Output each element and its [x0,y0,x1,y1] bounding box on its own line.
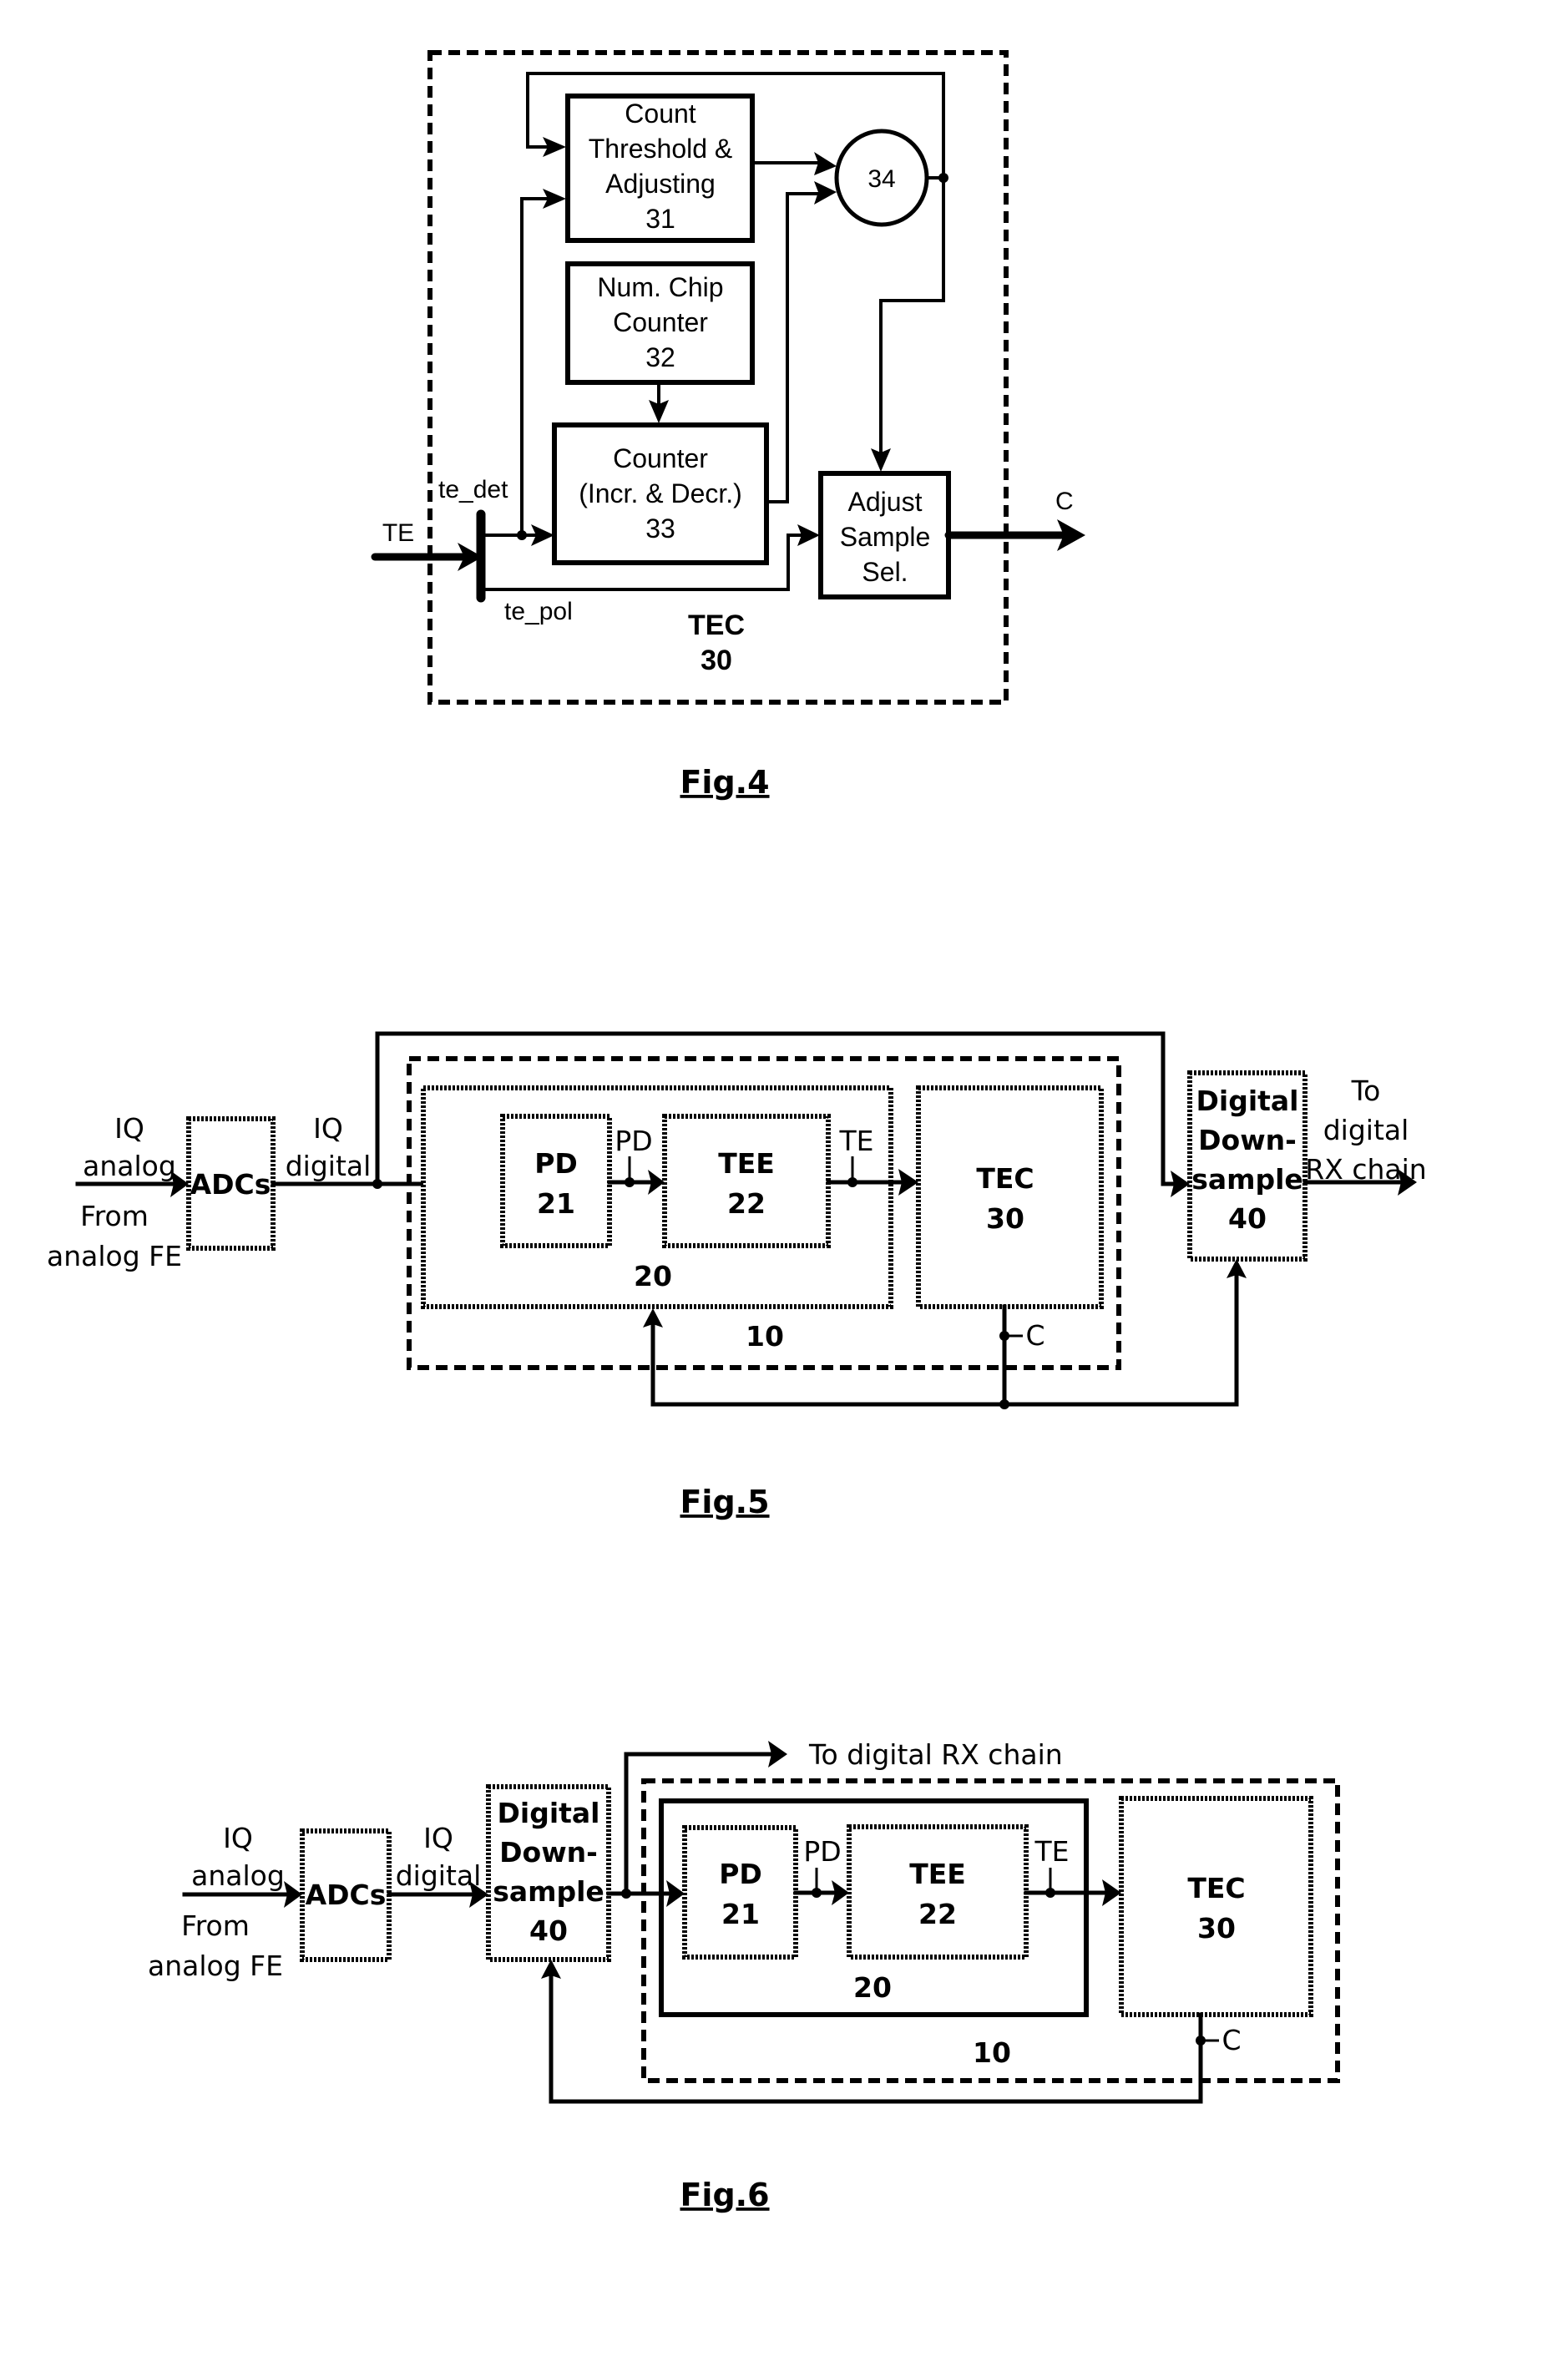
dds-line-2: Down- [1198,1124,1297,1156]
block-33-line-3: 33 [645,513,675,544]
adc-label: ADCs [190,1168,271,1201]
from-analog-label-1: From [80,1200,149,1232]
from-analog-label-2: analog FE [47,1240,182,1272]
iq-digital-label-2: digital [286,1150,372,1182]
tec-block-number: 30 [1197,1912,1236,1945]
output-label-1: To [1351,1075,1381,1107]
patent-drawing-sheet: Count Threshold & Adjusting 31 34 Num. C… [47,50,1427,2213]
pd-signal-label: PD [803,1835,841,1868]
c-feedback-to-20 [650,1304,1007,1407]
pd-block-21 [682,1825,798,1960]
tee-block-number: 22 [727,1187,766,1220]
tec-block-title: TEC [1187,1872,1245,1904]
te-signal-label: TE [1034,1835,1069,1868]
pd-block-number: 21 [721,1898,760,1930]
tec-container-number: 30 [701,645,732,676]
pd-signal-label: PD [615,1125,652,1157]
output-label-2: digital [1323,1114,1409,1146]
combiner-34-label: 34 [867,165,895,193]
from-analog-label-2: analog FE [148,1950,283,1982]
block-20-label: 20 [853,1971,892,2004]
dds-line-1: Digital [1196,1085,1299,1117]
tec-block-number: 30 [986,1202,1024,1235]
te-det-label: te_det [438,476,508,503]
block-20-label: 20 [634,1260,672,1292]
block-31-line-2: Threshold & [589,134,733,164]
te-input-label: TE [382,519,414,547]
block-32-line-1: Num. Chip [597,272,723,302]
tee-block-title: TEE [909,1858,966,1890]
c-output-label: C [1055,488,1074,515]
block-33-line-2: (Incr. & Decr.) [579,478,742,508]
figure-4: Count Threshold & Adjusting 31 34 Num. C… [371,50,1085,801]
pd-block-title: PD [534,1147,578,1180]
junction-dot [517,530,527,540]
dds-line-2: Down- [499,1836,598,1869]
tec-block-30 [916,1085,1104,1309]
dds-line-4: 40 [1228,1202,1267,1235]
tee-block-22 [847,1824,1029,1960]
dds-line-3: sample [493,1875,604,1908]
iq-analog-label-1: IQ [114,1112,144,1145]
iq-digital-label-2: digital [396,1859,482,1892]
rx-chain-label: To digital RX chain [808,1738,1063,1771]
output-label-3: RX chain [1305,1153,1426,1186]
line-33-to-34 [766,192,827,503]
tee-block-number: 22 [918,1898,957,1930]
adjust-line-2: Sample [840,522,931,552]
loop-10-label: 10 [746,1320,784,1353]
tec-block-30 [1119,1796,1313,2017]
junction-dot [999,1399,1009,1409]
dds-line-4: 40 [529,1914,568,1947]
tec-block-title: TEC [976,1162,1034,1195]
block-31-line-1: Count [625,99,696,129]
adjust-line-3: Sel. [862,557,908,587]
dds-line-3: sample [1191,1163,1303,1196]
te-pol-label: te_pol [504,598,573,625]
from-analog-label-1: From [181,1909,250,1942]
iq-digital-label-1: IQ [313,1112,343,1145]
iq-analog-label-2: analog [83,1150,176,1182]
figure-5-caption: Fig.5 [680,1484,769,1520]
figure-6: IQ analog From analog FE ADCs IQ digital… [148,1738,1340,2213]
loop-10-label: 10 [973,2036,1011,2069]
pd-block-number: 21 [537,1187,575,1220]
figure-5: IQ analog From analog FE ADCs IQ digital… [47,1031,1427,1520]
iq-analog-label-2: analog [191,1859,285,1892]
tee-block-22 [662,1114,831,1248]
block-31-line-3: Adjusting [605,169,716,199]
iq-digital-label-1: IQ [423,1822,453,1854]
tee-block-title: TEE [718,1147,775,1180]
c-signal-label: C [1222,2024,1241,2056]
block-32-line-3: 32 [645,342,675,372]
block-32-line-2: Counter [613,307,708,337]
c-signal-label: C [1025,1319,1044,1352]
iq-analog-label-1: IQ [223,1822,253,1854]
figure-6-caption: Fig.6 [680,2177,769,2213]
figure-4-caption: Fig.4 [680,764,769,801]
adjust-line-1: Adjust [848,487,923,517]
pd-block-21 [500,1114,612,1248]
adc-label: ADCs [306,1879,387,1911]
dds-line-1: Digital [498,1797,600,1829]
block-31-line-4: 31 [645,204,675,234]
block-33-line-1: Counter [613,443,708,473]
pd-block-title: PD [719,1858,762,1890]
tec-container-title: TEC [688,609,745,641]
te-signal-label: TE [838,1125,873,1157]
